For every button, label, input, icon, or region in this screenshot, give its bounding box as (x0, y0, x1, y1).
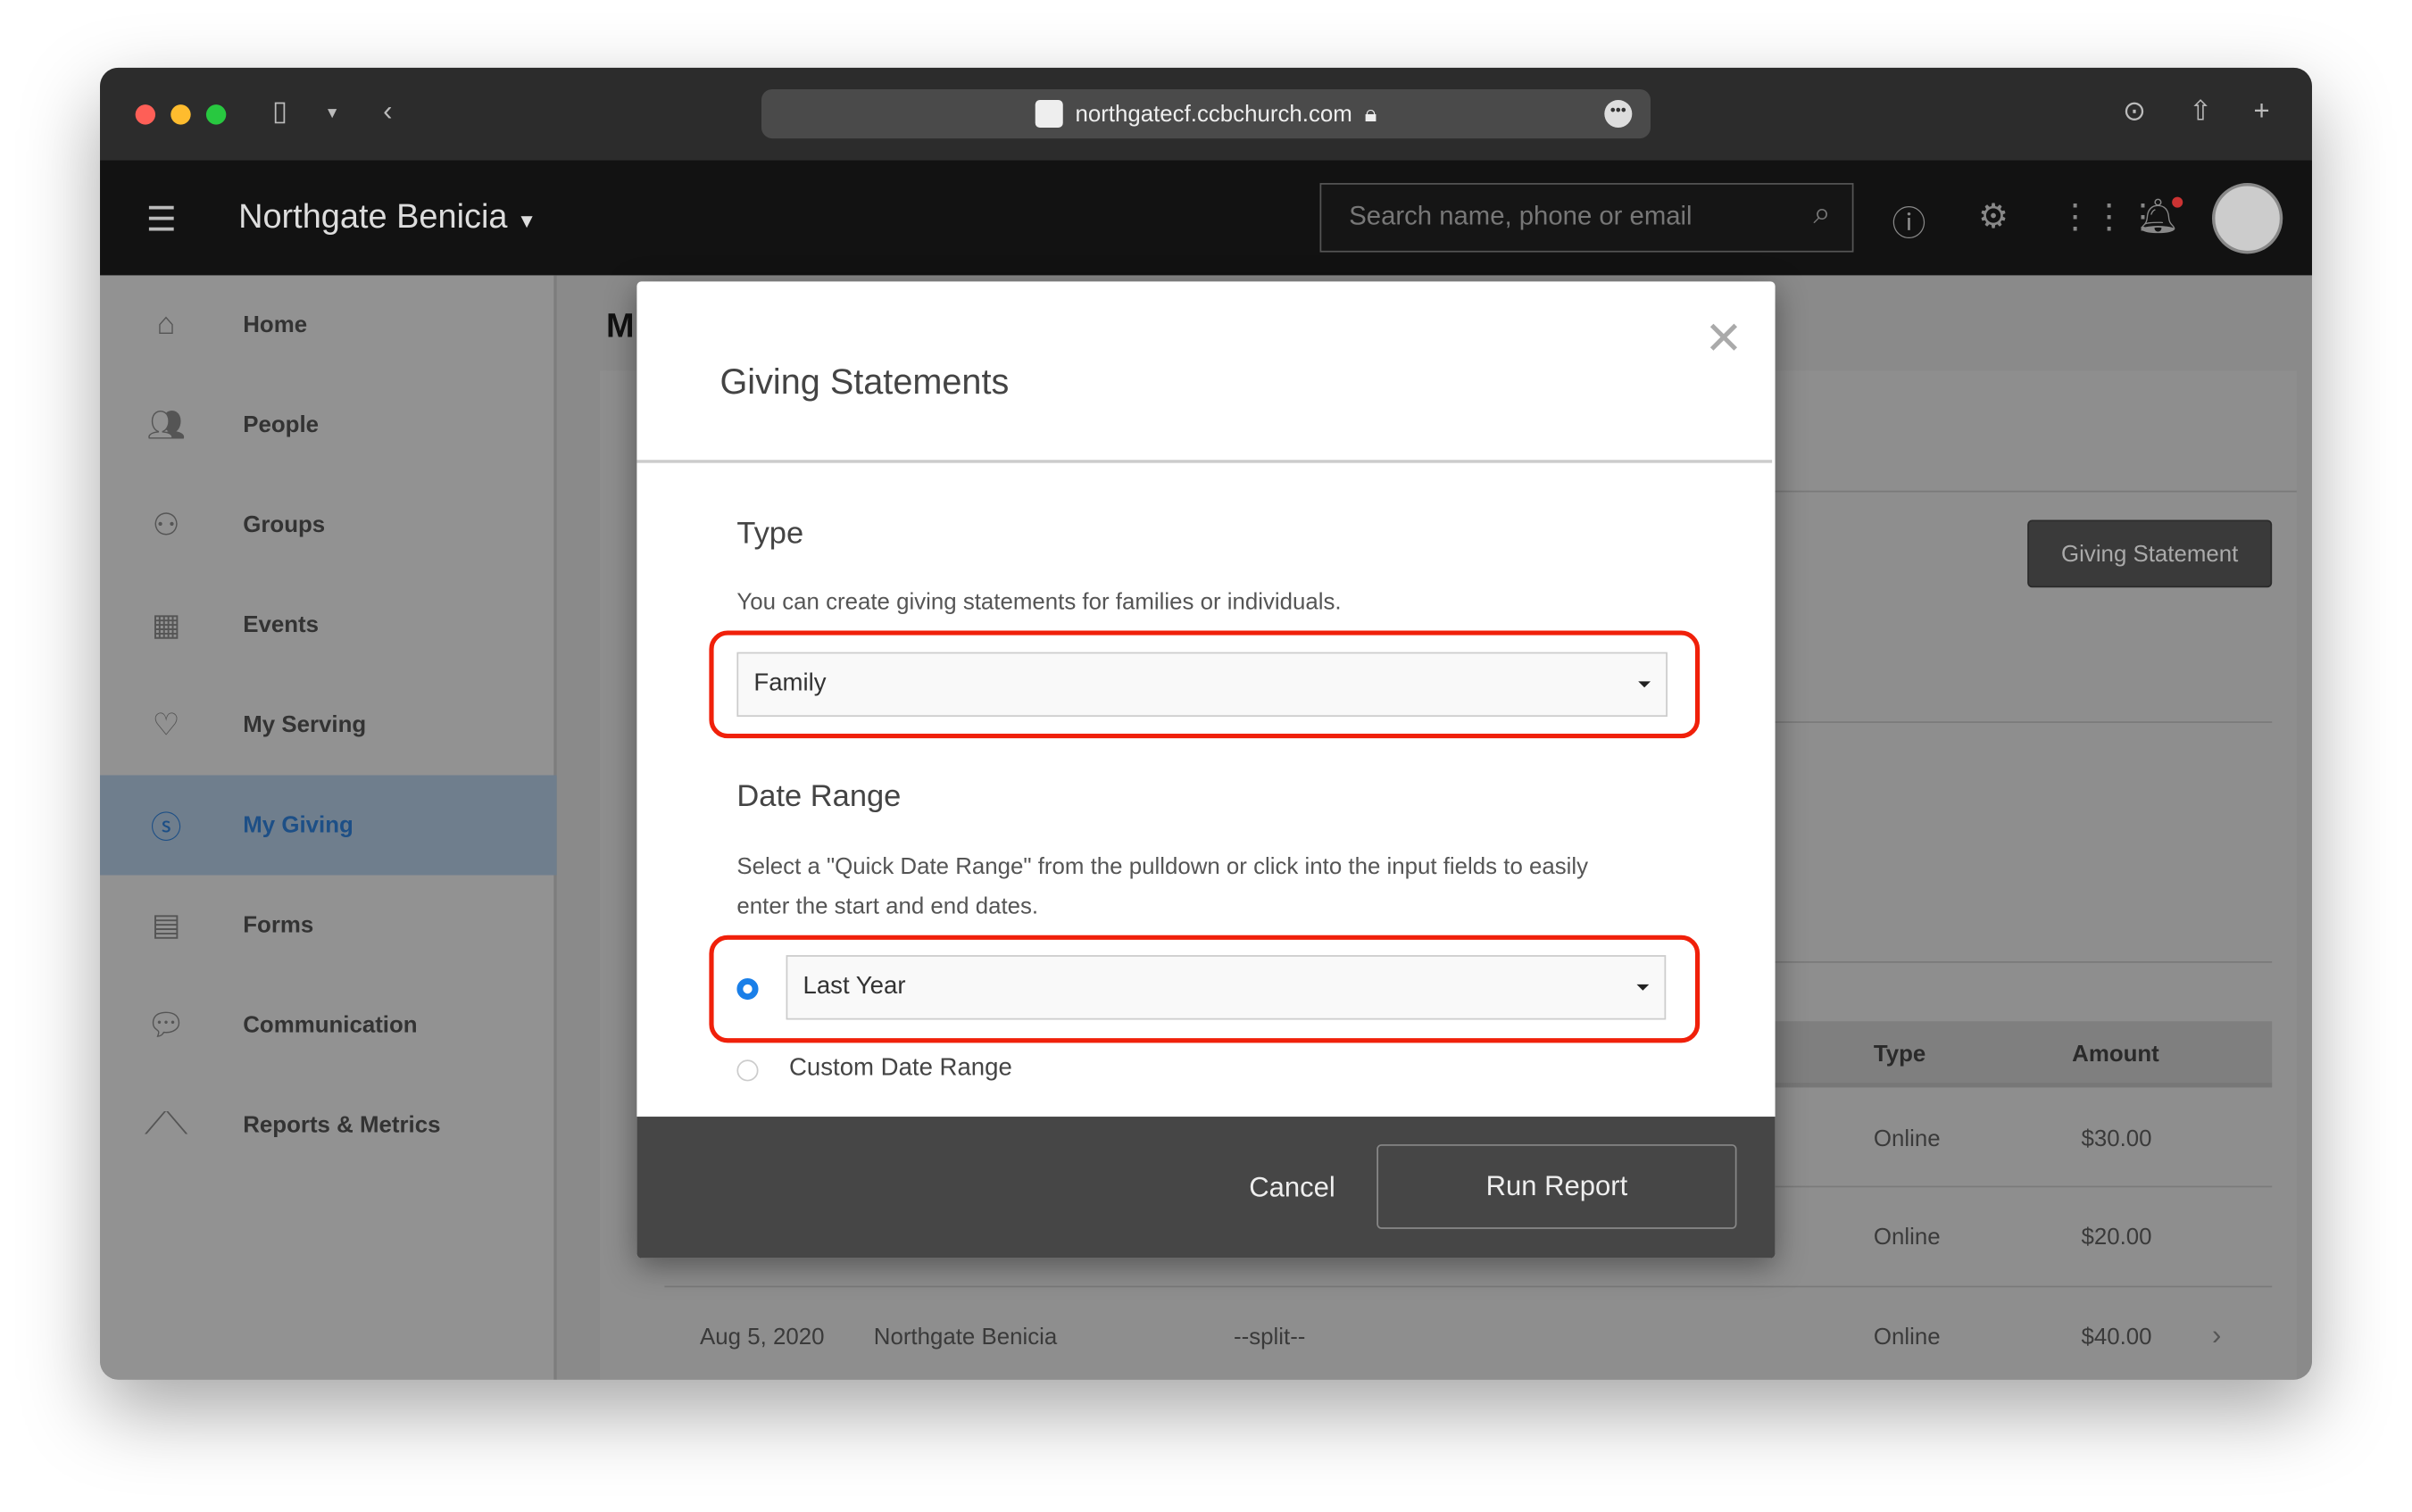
clipboard-icon: ▤ (151, 909, 181, 943)
date-help-line2: enter the start and end dates. (736, 893, 1039, 920)
sidebar-item-label: My Serving (243, 711, 367, 739)
cell-amount: $20.00 (2081, 1224, 2152, 1250)
caret-down-icon: ▼ (517, 209, 537, 233)
browser-titlebar: ▯ ▾ ‹ northgatecf.ccbchurch.com 🔒︎ ••• ⊙… (100, 67, 2312, 161)
sidebar-item-my-serving[interactable]: ♡ My Serving (100, 675, 557, 775)
modal-footer: Cancel Run Report (636, 1117, 1776, 1259)
hamburger-menu-icon[interactable]: ☰ (146, 200, 177, 240)
quick-range-radio[interactable] (736, 977, 759, 1001)
quick-range-value: Last Year (803, 973, 906, 1001)
app-header: ☰ Northgate Benicia ▼ Search name, phone… (100, 160, 2312, 276)
groups-icon: ⚇ (152, 509, 180, 544)
help-icon[interactable]: ⓘ (1892, 197, 1926, 246)
giving-statement-button[interactable]: Giving Statement (2027, 519, 2273, 588)
heart-icon: ♡ (152, 709, 180, 744)
sidebar-item-reports[interactable]: ⟋⟍ Reports & Metrics (100, 1076, 557, 1176)
sidebar-item-events[interactable]: ▦ Events (100, 575, 557, 675)
more-icon[interactable]: ••• (1604, 100, 1633, 129)
chevron-right-icon[interactable]: › (2212, 1320, 2221, 1352)
minimize-window-button[interactable] (171, 104, 191, 125)
caret-down-icon (1638, 681, 1651, 688)
run-report-button[interactable]: Run Report (1377, 1144, 1737, 1229)
close-icon[interactable]: ✕ (1704, 312, 1742, 366)
modal-title: Giving Statements (719, 361, 1010, 402)
maximize-window-button[interactable] (205, 104, 227, 125)
chevron-down-icon[interactable]: ▾ (328, 102, 337, 123)
type-select[interactable]: Family (736, 652, 1668, 718)
giving-statements-modal: Giving Statements ✕ Type You can create … (636, 281, 1776, 1259)
calendar-icon: ▦ (151, 609, 181, 644)
gear-icon[interactable]: ⚙ (1978, 197, 2009, 237)
sidebar-item-label: Groups (243, 511, 326, 539)
site-icon (1035, 100, 1063, 129)
custom-range-radio[interactable] (736, 1059, 759, 1082)
page-title: M (605, 305, 635, 345)
chat-icon: 💬︎ (146, 1009, 186, 1043)
people-icon: 👥︎ (146, 409, 186, 444)
chart-icon: ⟋⟍ (144, 1107, 188, 1142)
sidebar-item-label: Communication (243, 1011, 418, 1039)
quick-date-range-select[interactable]: Last Year (786, 955, 1667, 1020)
search-icon[interactable]: ⌕ (1813, 197, 1830, 233)
sidebar-item-people[interactable]: 👥︎ People (100, 375, 557, 475)
sidebar-item-communication[interactable]: 💬︎ Communication (100, 976, 557, 1076)
type-heading: Type (736, 516, 804, 551)
sidebar-item-label: Home (243, 312, 308, 339)
avatar[interactable] (2211, 183, 2283, 254)
divider (1772, 721, 2273, 723)
org-switcher[interactable]: Northgate Benicia ▼ (238, 197, 536, 237)
divider (636, 460, 1773, 463)
cell-type: Online (1873, 1324, 1941, 1350)
home-icon: ⌂ (156, 307, 176, 342)
sidebar-item-home[interactable]: ⌂ Home (100, 275, 557, 375)
dollar-icon: ⓢ (150, 811, 182, 846)
org-name: Northgate Benicia (238, 196, 508, 236)
cell-name: Northgate Benicia (873, 1324, 1058, 1350)
cell-date: Aug 5, 2020 (700, 1324, 825, 1350)
sidebar-item-my-giving[interactable]: ⓢ My Giving (100, 775, 557, 876)
sidebar-item-label: Events (243, 611, 320, 639)
type-help-text: You can create giving statements for fam… (736, 588, 1342, 616)
type-select-value: Family (753, 670, 827, 697)
cell-amount: $40.00 (2081, 1324, 2152, 1350)
column-type: Type (1873, 1041, 1926, 1068)
back-icon[interactable]: ‹ (383, 96, 392, 128)
caret-down-icon (1636, 984, 1650, 991)
sidebar-item-label: Reports & Metrics (243, 1111, 441, 1139)
table-row[interactable]: Aug 5, 2020 Northgate Benicia --split-- … (664, 1289, 2272, 1380)
search-placeholder: Search name, phone or email (1349, 201, 1693, 231)
divider (1772, 961, 2273, 963)
date-range-heading: Date Range (736, 779, 902, 814)
sidebar-item-groups[interactable]: ⚇ Groups (100, 475, 557, 575)
url-text: northgatecf.ccbchurch.com (1075, 100, 1352, 128)
date-help-line1: Select a "Quick Date Range" from the pul… (736, 853, 1589, 880)
sidebar-item-label: People (243, 411, 320, 439)
cell-amount: $30.00 (2081, 1126, 2152, 1152)
sidebar-toggle-icon[interactable]: ▯ (272, 96, 287, 128)
share-icon[interactable]: ⇧ (2189, 96, 2212, 128)
cell-type: Online (1873, 1126, 1941, 1152)
download-icon[interactable]: ⊙ (2123, 96, 2146, 128)
close-window-button[interactable] (135, 104, 156, 125)
lock-icon: 🔒︎ (1364, 100, 1377, 128)
custom-range-label[interactable]: Custom Date Range (789, 1055, 1012, 1083)
bell-icon[interactable]: 🔔︎ (2137, 196, 2183, 237)
sidebar-item-label: My Giving (243, 811, 353, 839)
sidebar-item-label: Forms (243, 911, 314, 939)
divider (1772, 490, 2297, 493)
column-amount: Amount (2072, 1041, 2159, 1068)
sidebar: ⌂ Home 👥︎ People ⚇ Groups ▦ Events ♡ My Servi… (100, 275, 557, 1380)
address-bar[interactable]: northgatecf.ccbchurch.com 🔒︎ ••• (761, 88, 1651, 139)
cancel-button[interactable]: Cancel (1249, 1172, 1335, 1204)
sidebar-item-forms[interactable]: ▤ Forms (100, 876, 557, 976)
cell-fund: --split-- (1234, 1324, 1306, 1350)
new-tab-icon[interactable]: + (2254, 96, 2270, 128)
cell-type: Online (1873, 1224, 1941, 1250)
search-input[interactable]: Search name, phone or email ⌕ (1319, 183, 1854, 253)
